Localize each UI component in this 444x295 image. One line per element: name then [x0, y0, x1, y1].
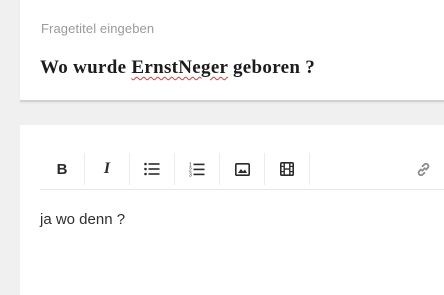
question-title-card: Fragetitel eingeben Wo wurde ErnstNeger … [20, 0, 444, 102]
bulleted-list-icon [144, 162, 160, 176]
title-text-after: geboren ? [227, 57, 316, 78]
title-field-label: Fragetitel eingeben [41, 21, 155, 36]
insert-video-button[interactable] [265, 149, 309, 189]
svg-text:3: 3 [189, 172, 192, 177]
bold-button[interactable]: B [40, 149, 84, 189]
question-title-input[interactable]: Wo wurde ErnstNeger geboren ? [40, 57, 440, 79]
toolbar-divider [309, 153, 310, 185]
title-text-before: Wo wurde [40, 57, 132, 78]
insert-image-button[interactable] [220, 149, 264, 189]
numbered-list-button[interactable]: 1 2 3 [175, 149, 219, 189]
italic-icon: I [103, 160, 111, 177]
answer-editor-card: B I 1 2 3 ja wo denn ? [20, 125, 444, 295]
film-icon [280, 162, 294, 176]
image-icon [234, 162, 250, 176]
italic-button[interactable]: I [85, 149, 129, 189]
insert-link-button[interactable] [401, 149, 444, 189]
bold-icon: B [56, 160, 68, 178]
numbered-list-icon: 1 2 3 [189, 162, 205, 177]
answer-text[interactable]: ja wo denn ? [40, 211, 125, 228]
formatting-toolbar: B I 1 2 3 [40, 149, 444, 190]
misspelled-word[interactable]: ErnstNeger [131, 57, 228, 78]
bulleted-list-button[interactable] [130, 149, 174, 189]
link-icon [417, 162, 429, 176]
